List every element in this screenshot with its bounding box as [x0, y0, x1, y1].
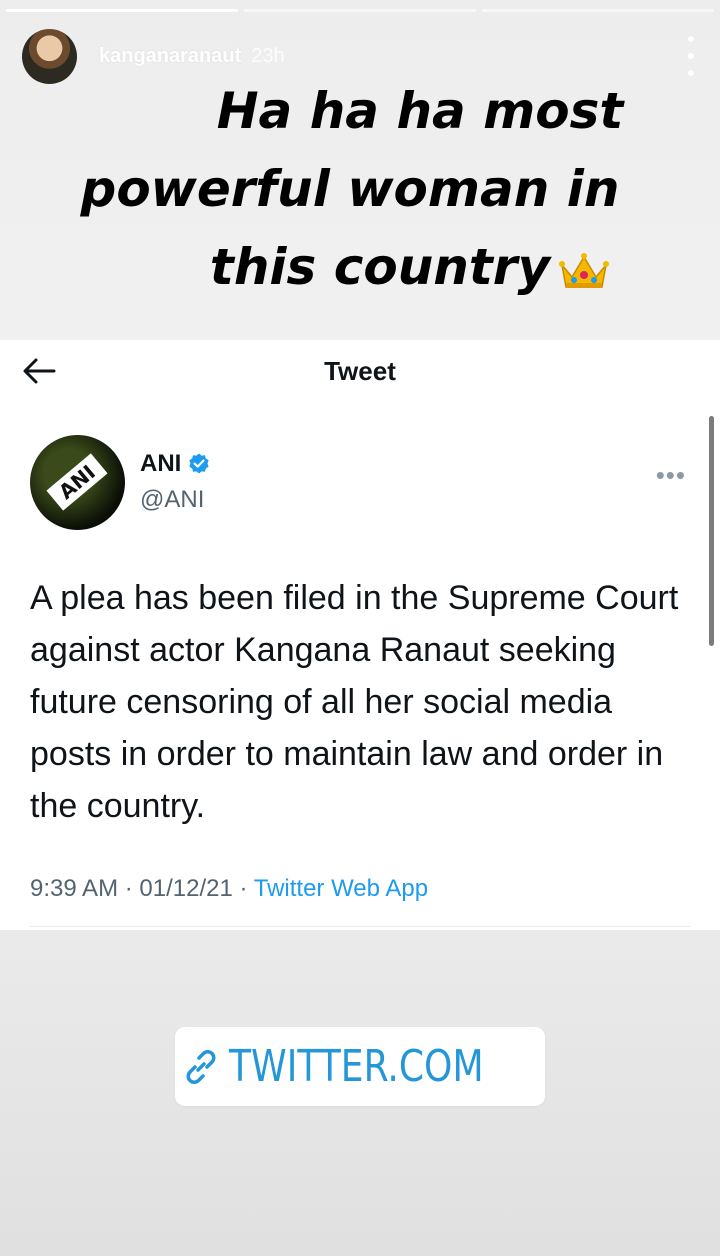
author-handle[interactable]: @ANI: [140, 486, 204, 514]
link-sticker[interactable]: TWITTER.COM: [175, 1027, 545, 1106]
ani-avatar[interactable]: ANI: [30, 435, 125, 530]
ani-logo-icon: ANI: [46, 453, 108, 511]
story-progress-segment: [482, 9, 714, 12]
link-sticker-label: TWITTER.COM: [228, 1041, 484, 1092]
author-name-row: ANI: [140, 450, 211, 478]
tweet-meta: 9:39 AM · 01/12/21 · Twitter Web App: [30, 875, 428, 903]
tweet-time: 9:39 AM: [30, 875, 119, 902]
story-time: 23h: [251, 44, 285, 67]
verified-badge-icon: [189, 453, 209, 474]
caption-line-with-emoji: this country: [40, 228, 660, 306]
tweet-more-icon[interactable]: •••: [656, 460, 686, 491]
meta-separator: ·: [239, 875, 248, 902]
scrollbar[interactable]: [709, 416, 714, 646]
author-name[interactable]: ANI: [140, 450, 181, 478]
story-progress-segment: [6, 9, 238, 12]
caption-line: Ha ha ha most: [216, 82, 624, 140]
story-username[interactable]: kanganaranaut: [99, 45, 241, 68]
tweet-date: 01/12/21: [139, 875, 233, 902]
divider: [30, 926, 690, 927]
link-icon: [186, 1049, 216, 1084]
story-caption: Ha ha ha most powerful woman in this cou…: [40, 72, 660, 306]
tweet-topbar: Tweet: [0, 340, 720, 402]
meta-separator: ·: [124, 875, 133, 902]
story-progress: [6, 9, 714, 12]
tweet-screenshot: Tweet ANI ANI @ANI ••• A plea has been f…: [0, 340, 720, 930]
tweet-text: A plea has been filed in the Supreme Cou…: [30, 579, 679, 825]
crown-icon: [559, 252, 610, 288]
tweet-source-link[interactable]: Twitter Web App: [254, 875, 428, 902]
caption-line: powerful woman in: [80, 160, 620, 218]
more-options-icon[interactable]: [684, 36, 698, 76]
caption-line: this country: [209, 238, 551, 296]
story-progress-segment: [244, 9, 476, 12]
tweet-page-title: Tweet: [324, 356, 396, 386]
